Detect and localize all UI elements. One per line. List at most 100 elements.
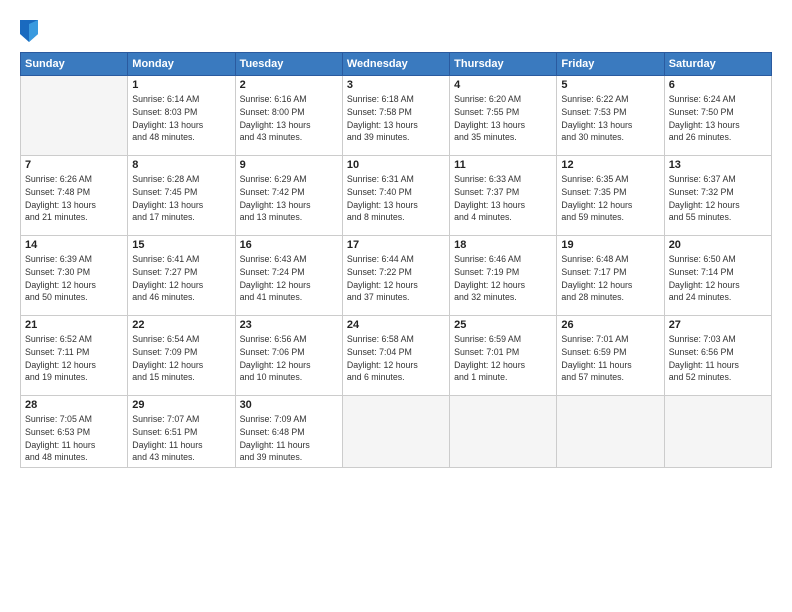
day-number: 15	[132, 239, 230, 251]
calendar-cell: 29 Sunrise: 7:07 AMSunset: 6:51 PMDayligh…	[128, 396, 235, 468]
calendar-cell: 15 Sunrise: 6:41 AMSunset: 7:27 PMDayligh…	[128, 236, 235, 316]
day-number: 13	[669, 159, 767, 171]
calendar-cell: 12 Sunrise: 6:35 AMSunset: 7:35 PMDayligh…	[557, 156, 664, 236]
calendar-cell	[450, 396, 557, 468]
calendar-cell: 24Sunrise: 6:58 AMSunset: 7:04 PMDayligh…	[342, 316, 449, 396]
day-number: 29	[132, 399, 230, 411]
day-info: Sunrise: 6:14 AMSunset: 8:03 PMDaylight:…	[132, 93, 230, 144]
day-number: 30	[240, 399, 338, 411]
calendar-cell	[21, 76, 128, 156]
day-info: Sunrise: 6:59 AMSunset: 7:01 PMDaylight:…	[454, 333, 552, 384]
weekday-header-wednesday: Wednesday	[342, 53, 449, 76]
calendar-cell: 17 Sunrise: 6:44 AMSunset: 7:22 PMDayligh…	[342, 236, 449, 316]
week-row-5: 28 Sunrise: 7:05 AMSunset: 6:53 PMDayligh…	[21, 396, 772, 468]
calendar-cell: 25 Sunrise: 6:59 AMSunset: 7:01 PMDayligh…	[450, 316, 557, 396]
day-info: Sunrise: 6:52 AMSunset: 7:11 PMDaylight:…	[25, 333, 123, 384]
day-number: 28	[25, 399, 123, 411]
calendar-cell: 27 Sunrise: 7:03 AMSunset: 6:56 PMDayligh…	[664, 316, 771, 396]
day-info: Sunrise: 6:46 AMSunset: 7:19 PMDaylight:…	[454, 253, 552, 304]
calendar-cell: 10 Sunrise: 6:31 AMSunset: 7:40 PMDayligh…	[342, 156, 449, 236]
day-info: Sunrise: 6:18 AMSunset: 7:58 PMDaylight:…	[347, 93, 445, 144]
day-info: Sunrise: 6:24 AMSunset: 7:50 PMDaylight:…	[669, 93, 767, 144]
day-info: Sunrise: 6:43 AMSunset: 7:24 PMDaylight:…	[240, 253, 338, 304]
day-number: 19	[561, 239, 659, 251]
calendar-cell: 20 Sunrise: 6:50 AMSunset: 7:14 PMDayligh…	[664, 236, 771, 316]
calendar-cell: 11 Sunrise: 6:33 AMSunset: 7:37 PMDayligh…	[450, 156, 557, 236]
day-info: Sunrise: 6:31 AMSunset: 7:40 PMDaylight:…	[347, 173, 445, 224]
calendar-cell: 16 Sunrise: 6:43 AMSunset: 7:24 PMDayligh…	[235, 236, 342, 316]
weekday-header-monday: Monday	[128, 53, 235, 76]
calendar-cell: 2 Sunrise: 6:16 AMSunset: 8:00 PMDaylight…	[235, 76, 342, 156]
weekday-header-thursday: Thursday	[450, 53, 557, 76]
weekday-header-friday: Friday	[557, 53, 664, 76]
calendar-cell: 21 Sunrise: 6:52 AMSunset: 7:11 PMDayligh…	[21, 316, 128, 396]
day-number: 5	[561, 79, 659, 91]
day-info: Sunrise: 6:26 AMSunset: 7:48 PMDaylight:…	[25, 173, 123, 224]
day-info: Sunrise: 6:54 AMSunset: 7:09 PMDaylight:…	[132, 333, 230, 384]
day-info: Sunrise: 6:48 AMSunset: 7:17 PMDaylight:…	[561, 253, 659, 304]
day-number: 6	[669, 79, 767, 91]
week-row-3: 14 Sunrise: 6:39 AMSunset: 7:30 PMDayligh…	[21, 236, 772, 316]
day-info: Sunrise: 6:28 AMSunset: 7:45 PMDaylight:…	[132, 173, 230, 224]
calendar-cell: 5Sunrise: 6:22 AMSunset: 7:53 PMDaylight…	[557, 76, 664, 156]
calendar-cell: 14 Sunrise: 6:39 AMSunset: 7:30 PMDayligh…	[21, 236, 128, 316]
week-row-4: 21 Sunrise: 6:52 AMSunset: 7:11 PMDayligh…	[21, 316, 772, 396]
day-number: 14	[25, 239, 123, 251]
day-number: 26	[561, 319, 659, 331]
calendar-cell: 26Sunrise: 7:01 AMSunset: 6:59 PMDayligh…	[557, 316, 664, 396]
weekday-header-sunday: Sunday	[21, 53, 128, 76]
weekday-header-tuesday: Tuesday	[235, 53, 342, 76]
day-info: Sunrise: 6:37 AMSunset: 7:32 PMDaylight:…	[669, 173, 767, 224]
page: SundayMondayTuesdayWednesdayThursdayFrid…	[0, 0, 792, 612]
day-number: 21	[25, 319, 123, 331]
day-number: 9	[240, 159, 338, 171]
header	[20, 18, 772, 42]
day-info: Sunrise: 7:03 AMSunset: 6:56 PMDaylight:…	[669, 333, 767, 384]
day-number: 18	[454, 239, 552, 251]
day-number: 10	[347, 159, 445, 171]
day-number: 24	[347, 319, 445, 331]
day-info: Sunrise: 6:50 AMSunset: 7:14 PMDaylight:…	[669, 253, 767, 304]
day-number: 25	[454, 319, 552, 331]
day-info: Sunrise: 6:44 AMSunset: 7:22 PMDaylight:…	[347, 253, 445, 304]
calendar-cell: 6 Sunrise: 6:24 AMSunset: 7:50 PMDaylight…	[664, 76, 771, 156]
week-row-1: 1 Sunrise: 6:14 AMSunset: 8:03 PMDaylight…	[21, 76, 772, 156]
day-number: 2	[240, 79, 338, 91]
calendar-cell: 23 Sunrise: 6:56 AMSunset: 7:06 PMDayligh…	[235, 316, 342, 396]
day-info: Sunrise: 7:05 AMSunset: 6:53 PMDaylight:…	[25, 413, 123, 464]
day-number: 7	[25, 159, 123, 171]
day-number: 11	[454, 159, 552, 171]
calendar-cell: 19 Sunrise: 6:48 AMSunset: 7:17 PMDayligh…	[557, 236, 664, 316]
weekday-header-row: SundayMondayTuesdayWednesdayThursdayFrid…	[21, 53, 772, 76]
logo	[20, 22, 40, 42]
calendar-cell: 18 Sunrise: 6:46 AMSunset: 7:19 PMDayligh…	[450, 236, 557, 316]
day-info: Sunrise: 6:29 AMSunset: 7:42 PMDaylight:…	[240, 173, 338, 224]
day-info: Sunrise: 6:39 AMSunset: 7:30 PMDaylight:…	[25, 253, 123, 304]
day-info: Sunrise: 6:16 AMSunset: 8:00 PMDaylight:…	[240, 93, 338, 144]
day-number: 17	[347, 239, 445, 251]
logo-icon	[20, 20, 38, 42]
day-number: 20	[669, 239, 767, 251]
day-number: 22	[132, 319, 230, 331]
day-info: Sunrise: 7:07 AMSunset: 6:51 PMDaylight:…	[132, 413, 230, 464]
day-info: Sunrise: 6:41 AMSunset: 7:27 PMDaylight:…	[132, 253, 230, 304]
weekday-header-saturday: Saturday	[664, 53, 771, 76]
day-info: Sunrise: 6:56 AMSunset: 7:06 PMDaylight:…	[240, 333, 338, 384]
calendar-cell: 1 Sunrise: 6:14 AMSunset: 8:03 PMDaylight…	[128, 76, 235, 156]
day-info: Sunrise: 6:33 AMSunset: 7:37 PMDaylight:…	[454, 173, 552, 224]
day-number: 8	[132, 159, 230, 171]
day-info: Sunrise: 6:35 AMSunset: 7:35 PMDaylight:…	[561, 173, 659, 224]
calendar-cell: 8 Sunrise: 6:28 AMSunset: 7:45 PMDaylight…	[128, 156, 235, 236]
calendar-cell: 30 Sunrise: 7:09 AMSunset: 6:48 PMDayligh…	[235, 396, 342, 468]
day-info: Sunrise: 7:09 AMSunset: 6:48 PMDaylight:…	[240, 413, 338, 464]
day-number: 12	[561, 159, 659, 171]
day-number: 3	[347, 79, 445, 91]
day-number: 23	[240, 319, 338, 331]
calendar-cell: 13 Sunrise: 6:37 AMSunset: 7:32 PMDayligh…	[664, 156, 771, 236]
day-number: 16	[240, 239, 338, 251]
calendar-cell: 22 Sunrise: 6:54 AMSunset: 7:09 PMDayligh…	[128, 316, 235, 396]
day-number: 1	[132, 79, 230, 91]
calendar-cell: 28 Sunrise: 7:05 AMSunset: 6:53 PMDayligh…	[21, 396, 128, 468]
day-number: 27	[669, 319, 767, 331]
calendar-cell	[557, 396, 664, 468]
